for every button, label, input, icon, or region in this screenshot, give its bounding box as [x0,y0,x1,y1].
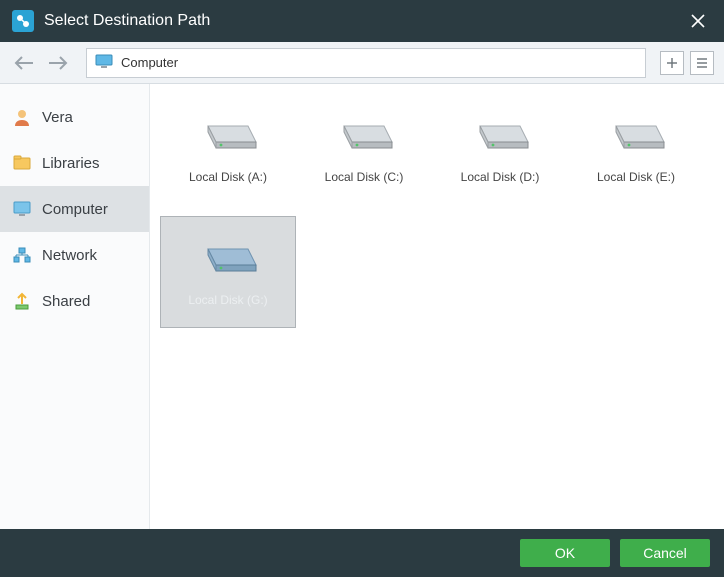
disk-item[interactable]: Local Disk (D:) [432,94,568,206]
view-list-button[interactable] [690,51,714,75]
computer-icon [12,199,32,219]
app-icon [12,10,34,32]
disk-icon [198,106,258,154]
sidebar-item-label: Computer [42,201,108,218]
forward-button[interactable] [44,49,72,77]
location-bar[interactable]: Computer [86,48,646,78]
sidebar: Vera Libraries Computer Network Shared [0,84,150,529]
disk-icon [334,106,394,154]
disk-item[interactable]: Local Disk (C:) [296,94,432,206]
location-text: Computer [121,55,178,70]
dialog-title: Select Destination Path [44,12,684,30]
sidebar-item-shared[interactable]: Shared [0,278,149,324]
disk-label: Local Disk (A:) [189,170,267,184]
back-button[interactable] [10,49,38,77]
sidebar-item-network[interactable]: Network [0,232,149,278]
disk-label: Local Disk (D:) [461,170,540,184]
disk-label: Local Disk (E:) [597,170,675,184]
nav-toolbar: Computer [0,42,724,84]
disk-icon [470,106,530,154]
main-area: Vera Libraries Computer Network Shared [0,84,724,529]
user-icon [12,107,32,127]
sidebar-item-vera[interactable]: Vera [0,94,149,140]
disk-icon [606,106,666,154]
sidebar-item-computer[interactable]: Computer [0,186,149,232]
shared-icon [12,291,32,311]
disk-item[interactable]: Local Disk (E:) [568,94,704,206]
disk-label: Local Disk (G:) [188,293,267,307]
monitor-icon [95,54,113,71]
toolbar-right [660,51,714,75]
footer: OK Cancel [0,529,724,577]
disk-item[interactable]: Local Disk (A:) [160,94,296,206]
disk-item-selected[interactable]: Local Disk (G:) [160,216,296,328]
cancel-button[interactable]: Cancel [620,539,710,567]
close-button[interactable] [684,7,712,35]
network-icon [12,245,32,265]
disk-label: Local Disk (C:) [325,170,404,184]
sidebar-item-label: Vera [42,109,73,126]
sidebar-item-libraries[interactable]: Libraries [0,140,149,186]
disk-grid: Local Disk (A:) Local Disk (C:) Local Di… [150,84,724,529]
sidebar-item-label: Shared [42,293,90,310]
sidebar-item-label: Network [42,247,97,264]
disk-icon [198,229,258,277]
new-folder-button[interactable] [660,51,684,75]
sidebar-item-label: Libraries [42,155,100,172]
ok-button[interactable]: OK [520,539,610,567]
libraries-icon [12,153,32,173]
titlebar: Select Destination Path [0,0,724,42]
